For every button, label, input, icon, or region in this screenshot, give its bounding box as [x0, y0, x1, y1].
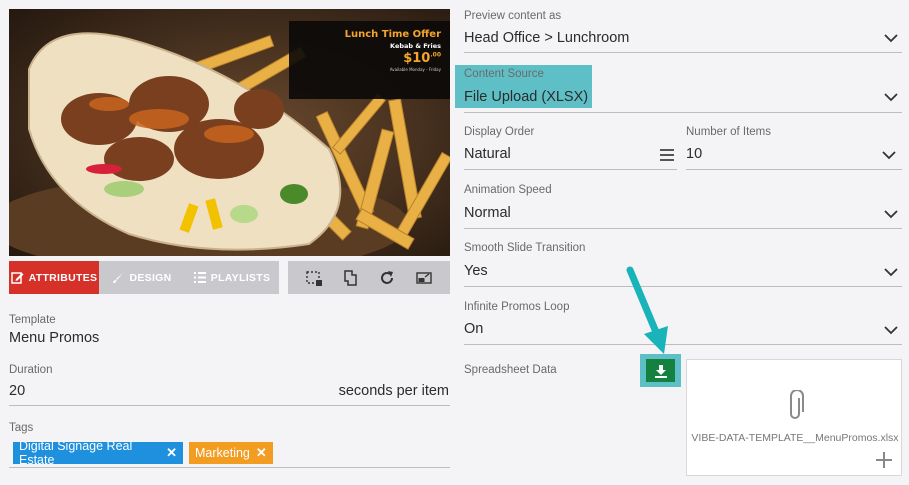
- remove-tag-icon[interactable]: ✕: [166, 445, 177, 461]
- chevron-down-icon[interactable]: [884, 33, 898, 43]
- offer-overlay: Lunch Time Offer Kebab & Fries $10.00 Av…: [289, 21, 450, 99]
- number-of-items-select[interactable]: 10: [686, 146, 702, 162]
- offer-title: Lunch Time Offer: [344, 29, 441, 40]
- remove-tag-icon[interactable]: ✕: [256, 445, 267, 461]
- duplicate-button[interactable]: [339, 266, 363, 290]
- content-source-select[interactable]: File Upload (XLSX): [464, 89, 588, 105]
- refresh-button[interactable]: [375, 266, 399, 290]
- tags-label: Tags: [9, 422, 34, 434]
- template-value: Menu Promos: [9, 330, 100, 346]
- number-of-items-label: Number of Items: [686, 126, 771, 138]
- tab-design[interactable]: DESIGN: [99, 261, 185, 294]
- smooth-transition-label: Smooth Slide Transition: [464, 242, 586, 254]
- refresh-icon: [381, 270, 394, 284]
- content-source-underline: [464, 112, 902, 113]
- tag-chip: Digital Signage Real Estate ✕: [13, 439, 183, 467]
- chevron-down-icon[interactable]: [884, 209, 898, 219]
- resize-icon: [416, 271, 432, 284]
- annotation-arrow-icon: [626, 266, 668, 354]
- content-source-label: Content Source: [464, 68, 544, 80]
- smooth-transition-underline: [464, 286, 902, 287]
- infinite-loop-underline: [464, 344, 902, 345]
- tags-underline: [9, 467, 450, 468]
- tag-label: Marketing: [195, 446, 250, 460]
- crop-button[interactable]: [302, 266, 326, 290]
- download-template-button[interactable]: [646, 359, 675, 382]
- preview-as-select[interactable]: Head Office > Lunchroom: [464, 30, 629, 46]
- preview-as-underline: [464, 52, 902, 53]
- display-order-underline: [464, 169, 677, 170]
- infinite-loop-select[interactable]: On: [464, 321, 483, 337]
- spreadsheet-data-label: Spreadsheet Data: [464, 364, 557, 376]
- animation-speed-label: Animation Speed: [464, 184, 552, 196]
- chevron-down-icon[interactable]: [884, 267, 898, 277]
- crop-icon: [306, 270, 323, 286]
- duration-unit: seconds per item: [338, 383, 449, 399]
- preview-as-label: Preview content as: [464, 10, 562, 22]
- offer-price: $10.00: [403, 51, 441, 66]
- display-order-select[interactable]: Natural: [464, 146, 511, 162]
- content-preview-image: Lunch Time Offer Kebab & Fries $10.00 Av…: [9, 9, 450, 256]
- display-order-label: Display Order: [464, 126, 535, 138]
- number-of-items-underline: [686, 169, 902, 170]
- chevron-down-icon[interactable]: [884, 92, 898, 102]
- duration-underline: [9, 405, 450, 406]
- smooth-transition-select[interactable]: Yes: [464, 263, 488, 279]
- offer-subtitle: Kebab & Fries: [390, 42, 441, 50]
- duration-label: Duration: [9, 364, 53, 376]
- brush-icon: [113, 272, 124, 283]
- tab-playlists-label: PLAYLISTS: [210, 271, 271, 284]
- animation-speed-select[interactable]: Normal: [464, 205, 511, 221]
- copy-icon: [344, 269, 357, 286]
- animation-speed-underline: [464, 228, 902, 229]
- infinite-loop-label: Infinite Promos Loop: [464, 301, 570, 313]
- chevron-down-icon[interactable]: [884, 325, 898, 335]
- edit-icon: [10, 272, 24, 284]
- tab-playlists[interactable]: PLAYLISTS: [185, 261, 279, 294]
- tab-attributes[interactable]: ATTRIBUTES: [9, 261, 99, 294]
- paperclip-icon: [790, 390, 804, 419]
- resize-button[interactable]: [412, 266, 436, 290]
- chevron-down-icon[interactable]: [882, 150, 896, 160]
- tab-attributes-label: ATTRIBUTES: [28, 271, 98, 284]
- list-icon: [193, 272, 206, 283]
- offer-note: Available Monday - Friday: [389, 67, 441, 72]
- tab-design-label: DESIGN: [129, 271, 172, 284]
- file-dropzone[interactable]: VIBE-DATA-TEMPLATE__MenuPromos.xlsx: [686, 359, 902, 476]
- add-icon[interactable]: [876, 452, 892, 468]
- duration-input[interactable]: 20: [9, 383, 25, 399]
- download-highlight: [640, 354, 681, 387]
- uploaded-file-name: VIBE-DATA-TEMPLATE__MenuPromos.xlsx: [691, 432, 899, 444]
- tag-chip: Marketing ✕: [189, 442, 273, 464]
- download-icon: [654, 364, 667, 378]
- tag-label: Digital Signage Real Estate: [19, 439, 133, 467]
- template-label: Template: [9, 314, 56, 326]
- preview-toolbar: [288, 261, 450, 294]
- menu-icon[interactable]: [660, 149, 674, 161]
